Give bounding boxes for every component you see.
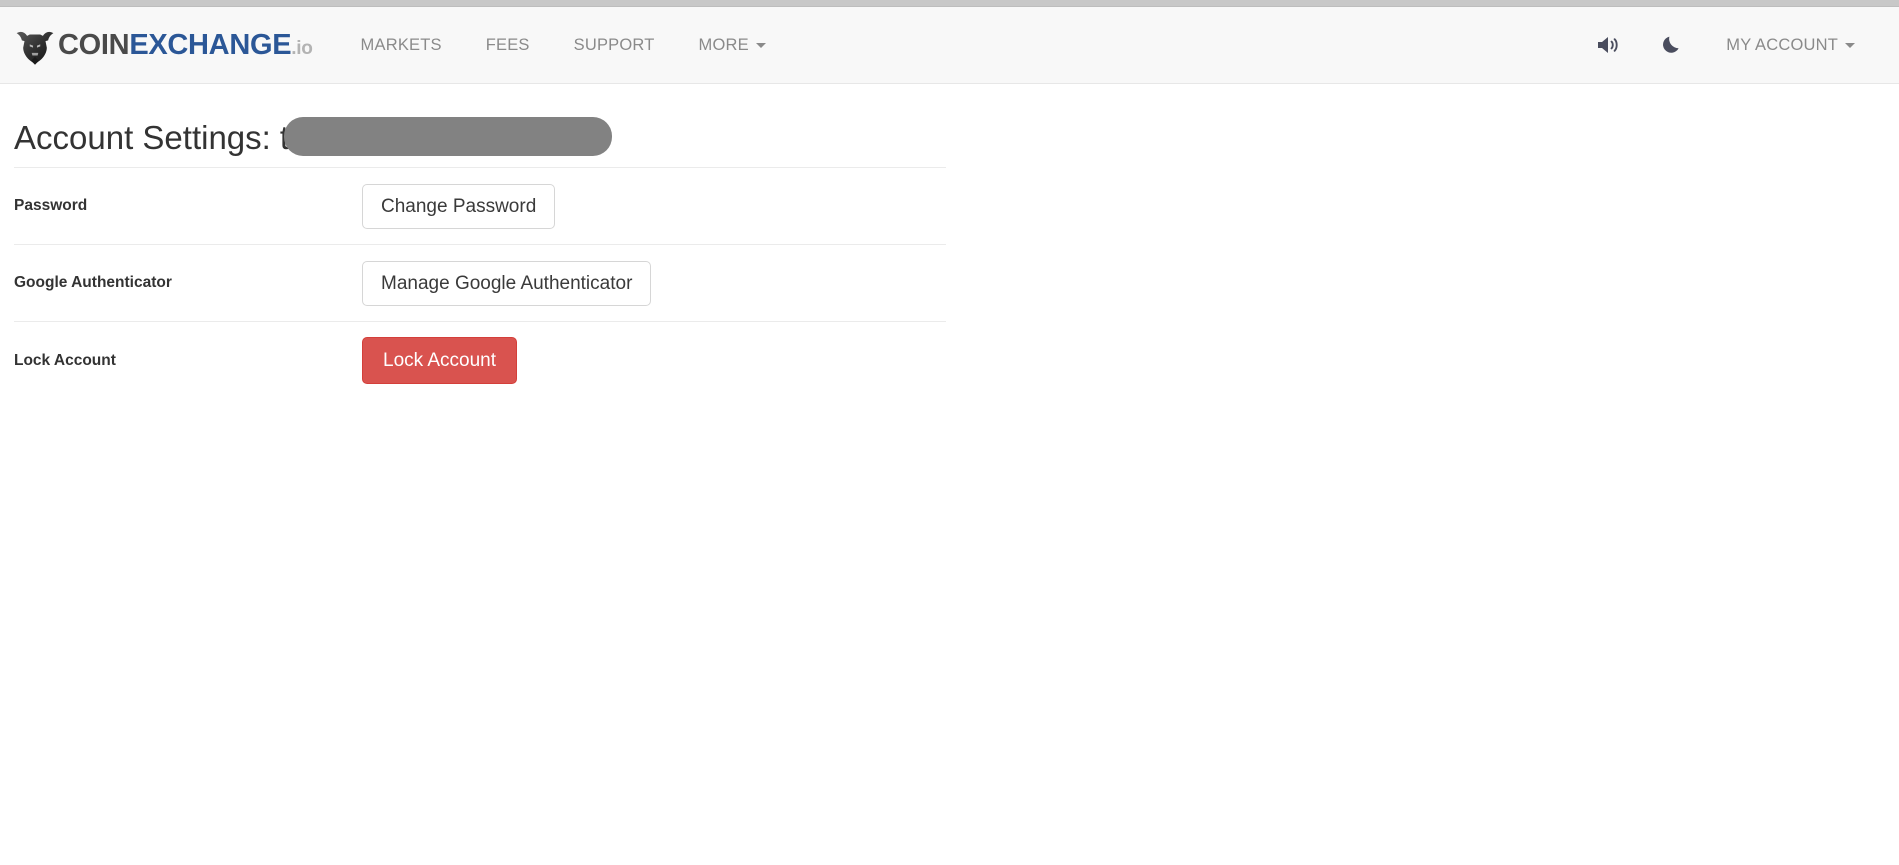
setting-label-google-authenticator: Google Authenticator	[14, 274, 172, 292]
table-row: Lock Account Lock Account	[14, 321, 946, 399]
dark-mode-toggle-button[interactable]	[1640, 7, 1704, 83]
my-account-dropdown[interactable]: MY ACCOUNT	[1704, 7, 1877, 83]
account-settings-table: Password Change Password Google Authenti…	[14, 167, 946, 399]
chevron-down-icon	[1845, 42, 1855, 48]
browser-chrome-strip	[0, 0, 1899, 7]
my-account-label: MY ACCOUNT	[1726, 35, 1838, 54]
speaker-volume-icon	[1597, 37, 1618, 53]
chevron-down-icon	[755, 42, 766, 48]
nav-link-fees[interactable]: FEES	[464, 36, 552, 55]
setting-label-password: Password	[14, 197, 88, 215]
navbar-right-group: MY ACCOUNT	[1576, 7, 1899, 83]
setting-action-cell-password: Change Password	[362, 168, 946, 245]
nav-link-more-label: MORE	[698, 35, 749, 54]
brand-text-exchange: EXCHANGE	[129, 28, 292, 61]
setting-action-cell-lock-account: Lock Account	[362, 322, 946, 399]
nav-link-support[interactable]: SUPPORT	[552, 36, 677, 55]
page-title-prefix: Account Settings:	[14, 119, 271, 156]
change-password-button[interactable]: Change Password	[362, 183, 556, 229]
bull-head-icon	[16, 31, 54, 65]
main-navbar: COINEXCHANGE.io MARKETS FEES SUPPORT MOR…	[0, 7, 1899, 84]
nav-link-markets[interactable]: MARKETS	[339, 36, 464, 55]
moon-icon	[1663, 36, 1679, 53]
primary-nav-list: MARKETS FEES SUPPORT MORE	[339, 7, 788, 83]
account-settings-rows: Password Change Password Google Authenti…	[14, 167, 946, 399]
nav-link-markets-label: MARKETS	[360, 35, 442, 54]
brand-text-coin: COIN	[58, 28, 130, 61]
nav-link-support-label: SUPPORT	[573, 35, 655, 54]
nav-item-support: SUPPORT	[552, 36, 677, 55]
brand-text-tld: .io	[291, 37, 313, 59]
nav-item-fees: FEES	[464, 36, 552, 55]
nav-link-fees-label: FEES	[485, 35, 530, 54]
brand-logo-link[interactable]: COINEXCHANGE.io	[14, 7, 313, 83]
nav-item-markets: MARKETS	[339, 36, 464, 55]
nav-item-more: MORE	[677, 36, 788, 55]
manage-google-authenticator-button[interactable]: Manage Google Authenticator	[362, 260, 652, 306]
username-redaction-overlay	[284, 117, 612, 156]
table-row: Password Change Password	[14, 167, 946, 245]
table-row: Google Authenticator Manage Google Authe…	[14, 244, 946, 322]
brand-wordmark: COINEXCHANGE.io	[58, 28, 313, 61]
setting-label-lock-account: Lock Account	[14, 351, 116, 369]
sound-toggle-button[interactable]	[1576, 7, 1640, 83]
page-content: Account Settings: t Password Change Pass…	[0, 110, 1899, 399]
setting-action-cell-google-authenticator: Manage Google Authenticator	[362, 245, 946, 322]
lock-account-button[interactable]: Lock Account	[362, 337, 518, 385]
page-title: Account Settings: t	[14, 110, 1899, 156]
nav-link-more[interactable]: MORE	[677, 36, 788, 55]
